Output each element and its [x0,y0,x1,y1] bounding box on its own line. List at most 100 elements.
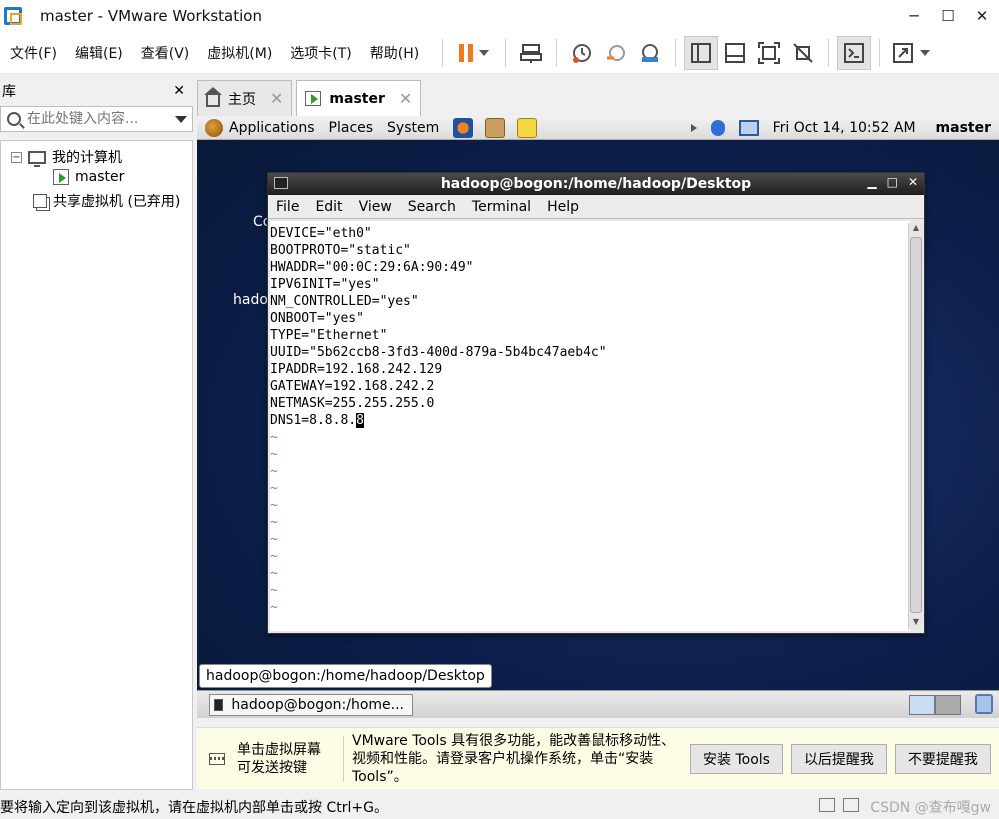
console-view-button[interactable] [837,35,872,70]
click-hint: 单击虚拟屏幕 可发送按键 [237,741,321,776]
cdrom-icon[interactable] [843,798,859,812]
watermark: CSDN @查布嘎gw [870,800,991,816]
workspace-switcher[interactable] [909,695,961,715]
hdd-icon[interactable] [819,798,835,812]
guest-clock[interactable]: Fri Oct 14, 10:52 AM [773,120,916,136]
library-search-input[interactable] [27,111,167,127]
gnome-foot-icon[interactable] [205,118,223,137]
divider [343,735,344,782]
terminal-close-button[interactable]: ✕ [908,175,918,189]
revert-snapshot-button[interactable] [599,36,633,70]
chevron-down-icon [920,49,931,56]
empty-line-marker: ~ [270,447,278,462]
terminal-menu-help[interactable]: Help [539,199,587,215]
menu-help[interactable]: 帮助(H) [361,43,428,63]
terminal-menu-view[interactable]: View [351,199,400,215]
terminal-menu-file[interactable]: File [268,199,307,215]
show-thumbnail-button[interactable] [718,36,752,70]
suspend-button[interactable] [451,36,497,70]
workspace-1[interactable] [909,695,935,715]
title-bar: master - VMware Workstation ─ ☐ ✕ [0,0,999,32]
tab-label: master [329,90,385,107]
unity-icon [793,42,813,63]
desktop-icon-label[interactable]: hado [233,292,268,308]
taskbar-item-label: hadoop@bogon:/home... [231,696,404,713]
close-button[interactable]: ✕ [965,0,999,32]
terminal-line: HWADDR="00:0C:29:6A:90:49" [270,260,474,275]
terminal-menu-edit[interactable]: Edit [307,199,350,215]
scroll-down-icon[interactable]: ▼ [909,617,923,629]
home-icon [204,86,222,107]
tab-master[interactable]: master ✕ [296,80,422,116]
guest-menu-places[interactable]: Places [329,120,374,136]
terminal-scrollbar[interactable]: ▲ ▼ [908,223,922,629]
collapse-toggle[interactable]: − [11,151,22,163]
remind-later-button[interactable]: 以后提醒我 [790,743,887,774]
snapshot-manager-button[interactable] [633,36,667,70]
tab-label: 主页 [228,91,256,108]
mail-icon[interactable] [485,117,506,138]
terminal-window[interactable]: hadoop@bogon:/home/hadoop/Desktop ▁ □ ✕ … [267,172,925,634]
maximize-button[interactable]: ☐ [931,0,965,32]
menu-file[interactable]: 文件(F) [0,43,66,63]
search-dropdown-icon[interactable] [175,116,187,123]
scrollbar-thumb[interactable] [910,237,922,613]
console-icon [844,42,865,63]
empty-lines: ~ ~ ~ ~ ~ ~ ~ ~ ~ ~ ~ [270,429,910,616]
terminal-menu-search[interactable]: Search [400,199,464,215]
scroll-up-icon[interactable]: ▲ [909,223,923,235]
clock-icon [573,43,592,63]
volume-icon[interactable] [690,124,697,132]
terminal-text-area[interactable]: DEVICE="eth0" BOOTPROTO="static" HWADDR=… [270,221,910,631]
terminal-titlebar[interactable]: hadoop@bogon:/home/hadoop/Desktop ▁ □ ✕ [268,173,924,195]
taskbar-terminal-button[interactable]: hadoop@bogon:/home... [209,693,413,716]
vmware-tools-notification: 单击虚拟屏幕 可发送按键 VMware Tools 具有很多功能，能改善鼠标移动… [197,727,999,789]
stretch-icon [893,42,914,63]
send-ctrl-alt-del-button[interactable] [514,36,548,70]
snapshot-button[interactable] [565,36,599,70]
guest-menu-applications[interactable]: Applications [229,120,315,136]
terminal-line: ONBOOT="yes" [270,311,364,326]
toolbar-separator [879,38,881,67]
tab-home[interactable]: 主页 ✕ [197,80,293,116]
empty-line-marker: ~ [270,600,278,615]
stretch-guest-button[interactable] [888,36,934,70]
guest-menu-system[interactable]: System [387,120,439,136]
terminal-menu-terminal[interactable]: Terminal [464,199,539,215]
tree-item-shared-vms[interactable]: 共享虚拟机 (已弃用) [33,191,180,211]
toolbar [434,32,934,74]
show-library-button[interactable] [684,35,719,70]
install-tools-button[interactable]: 安装 Tools [690,743,783,774]
empty-line-marker: ~ [270,430,278,445]
terminal-minimize-button[interactable]: ▁ [867,175,876,189]
vm-console[interactable]: Applications Places System Fri Oct 14, 1… [197,116,999,690]
terminal-title: hadoop@bogon:/home/hadoop/Desktop [440,176,752,192]
terminal-line: IPV6INIT="yes" [270,277,380,292]
trash-icon[interactable] [975,694,993,714]
terminal-maximize-button[interactable]: □ [887,175,898,189]
network-status-icon[interactable] [738,120,759,136]
bluetooth-icon[interactable] [710,120,725,136]
tab-bar: 主页 ✕ master ✕ [197,80,425,116]
notes-icon[interactable] [517,117,538,138]
tree-item-label: 我的计算机 [52,150,122,166]
terminal-menu-bar: File Edit View Search Terminal Help [268,195,924,219]
tree-item-master[interactable]: master [53,169,124,185]
unity-button[interactable] [786,36,820,70]
menu-tabs[interactable]: 选项卡(T) [281,43,360,63]
full-screen-button[interactable] [752,36,786,70]
menu-edit[interactable]: 编辑(E) [66,43,132,63]
tree-item-my-computer[interactable]: − 我的计算机 [11,147,122,167]
menu-vm[interactable]: 虚拟机(M) [198,43,281,63]
empty-line-marker: ~ [270,515,278,530]
menu-view[interactable]: 查看(V) [132,43,199,63]
guest-user[interactable]: master [936,120,991,136]
tab-close-icon[interactable]: ✕ [399,89,412,108]
terminal-line: UUID="5b62ccb8-3fd3-400d-879a-5b4bc47aeb… [270,345,607,360]
never-remind-button[interactable]: 不要提醒我 [894,743,991,774]
library-close-button[interactable]: ✕ [173,83,185,99]
workspace-2[interactable] [935,695,961,715]
tab-close-icon[interactable]: ✕ [270,89,283,108]
firefox-icon[interactable] [453,117,474,138]
minimize-button[interactable]: ─ [897,0,931,32]
